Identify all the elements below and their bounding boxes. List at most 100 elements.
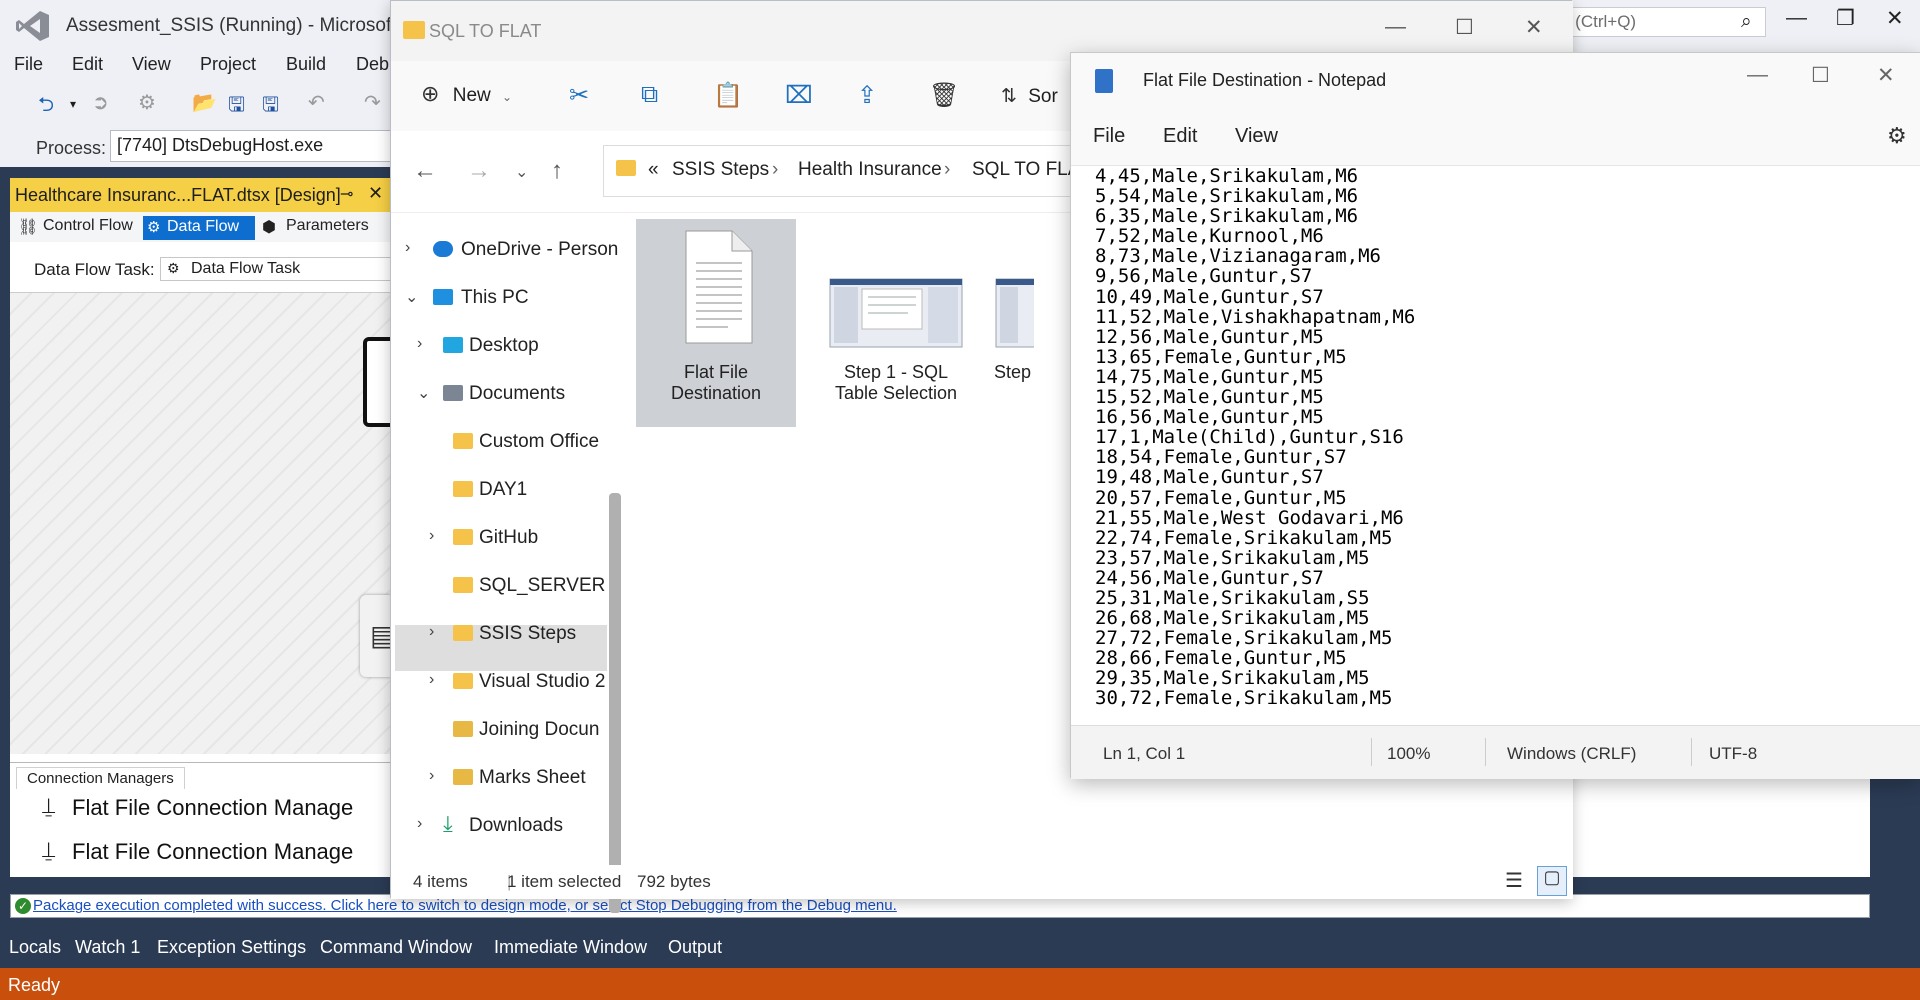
file-name-line1: Flat File bbox=[683, 362, 748, 382]
menu-view[interactable]: View bbox=[132, 54, 171, 75]
folder-icon bbox=[616, 160, 636, 176]
menu-view[interactable]: View bbox=[1235, 125, 1278, 148]
breadcrumb-separator-icon: › bbox=[944, 159, 951, 180]
copy-icon[interactable]: ⧉ bbox=[641, 81, 658, 109]
save-all-icon[interactable]: 🖫 bbox=[262, 90, 279, 124]
minimize-icon[interactable]: — bbox=[1786, 6, 1807, 30]
selected-size: 792 bytes bbox=[637, 872, 711, 891]
settings-gear-icon[interactable]: ⚙ bbox=[1887, 123, 1907, 149]
menu-edit[interactable]: Edit bbox=[72, 54, 103, 75]
menu-edit[interactable]: Edit bbox=[1163, 125, 1197, 148]
sort-label: Sor bbox=[1028, 86, 1058, 107]
sort-button[interactable]: ⇅ Sor bbox=[1001, 85, 1058, 108]
encoding: UTF-8 bbox=[1709, 744, 1758, 763]
tab-watch-1[interactable]: Watch 1 bbox=[75, 937, 140, 958]
chevron-down-icon: ⌄ bbox=[405, 289, 419, 306]
undo-icon[interactable]: ↶ bbox=[308, 90, 325, 115]
breadcrumb-health-insurance[interactable]: Health Insurance bbox=[798, 159, 942, 181]
breadcrumb-ssis-steps[interactable]: SSIS Steps bbox=[672, 159, 769, 181]
tree-item-label: SQL_SERVER bbox=[479, 575, 606, 596]
save-icon[interactable]: 🖫 bbox=[228, 90, 245, 124]
tree-item-label: This PC bbox=[461, 287, 529, 308]
maximize-icon[interactable]: ☐ bbox=[1811, 63, 1830, 88]
back-icon[interactable]: ⮌ bbox=[38, 90, 54, 124]
tab-command-window[interactable]: Command Window bbox=[320, 937, 472, 958]
maximize-icon[interactable]: ☐ bbox=[1455, 15, 1474, 40]
back-arrow-icon[interactable]: ← bbox=[413, 157, 437, 185]
close-icon[interactable]: ✕ bbox=[1877, 63, 1895, 88]
connection-icon: ⍊ bbox=[42, 793, 56, 818]
minimize-icon[interactable]: — bbox=[1747, 63, 1768, 87]
process-select[interactable]: [7740] DtsDebugHost.exe bbox=[110, 130, 400, 162]
connection-icon: ⍊ bbox=[42, 837, 56, 862]
file-item-step-1[interactable]: Step 1 - SQL Table Selection bbox=[816, 225, 976, 404]
details-view-icon[interactable]: ☰ bbox=[1505, 868, 1523, 893]
up-arrow-icon[interactable]: ↑ bbox=[551, 157, 563, 185]
data-flow-canvas[interactable]: ▤ bbox=[10, 292, 403, 754]
pin-icon[interactable]: ⊸ bbox=[340, 184, 353, 204]
folder-icon bbox=[453, 769, 473, 785]
close-icon[interactable]: ✕ bbox=[1886, 6, 1904, 31]
chevron-right-icon: › bbox=[429, 623, 435, 640]
tree-item-label: Documents bbox=[469, 383, 566, 404]
connection-manager-item[interactable]: Flat File Connection Manage bbox=[72, 839, 353, 865]
tab-output[interactable]: Output bbox=[668, 937, 722, 958]
delete-icon[interactable]: 🗑 bbox=[929, 81, 959, 110]
breadcrumb-overflow[interactable]: « bbox=[648, 159, 659, 181]
debug-tool-tabs: Locals Watch 1 Exception Settings Comman… bbox=[0, 924, 1920, 968]
explorer-status-bar: 4 items | 1 item selected 792 bytes ☰ ▢ bbox=[391, 865, 1573, 899]
text-editor[interactable]: 4,45,Male,Srikakulam,M6 5,54,Male,Srikaku… bbox=[1071, 165, 1920, 725]
paste-icon[interactable]: 📋 bbox=[713, 81, 743, 110]
notepad-title: Flat File Destination - Notepad bbox=[1143, 70, 1387, 90]
editor-line: 16,56,Male,Guntur,M5 bbox=[1095, 406, 1324, 429]
task-select[interactable]: ⚙ Data Flow Task bbox=[160, 257, 400, 281]
navigation-pane: › OneDrive - Person ⌄ This PC › Desktop … bbox=[391, 213, 626, 913]
forward-arrow-icon[interactable]: → bbox=[467, 157, 491, 185]
editor-line: 9,56,Male,Guntur,S7 bbox=[1095, 265, 1313, 288]
editor-text-lines: 4,45,Male,Srikakulam,M6 5,54,Male,Srikaku… bbox=[1095, 166, 1415, 709]
large-icons-view-icon[interactable]: ▢ bbox=[1537, 866, 1567, 896]
tab-control-flow[interactable]: Control Flow bbox=[43, 217, 133, 235]
editor-line: 17,1,Male(Child),Guntur,S16 bbox=[1095, 426, 1404, 449]
tab-immediate-window[interactable]: Immediate Window bbox=[494, 937, 647, 958]
tab-exception-settings[interactable]: Exception Settings bbox=[157, 937, 306, 958]
cut-icon[interactable]: ✂ bbox=[569, 81, 589, 110]
file-item-step-2[interactable]: Step bbox=[994, 225, 1034, 383]
package-success-link[interactable]: Package execution completed with success… bbox=[33, 897, 897, 914]
new-project-icon[interactable]: ⚙ bbox=[138, 90, 156, 115]
tab-data-flow[interactable]: ⚙ Data Flow bbox=[143, 216, 255, 240]
tab-data-flow-label: Data Flow bbox=[167, 218, 240, 235]
editor-line: 30,72,Female,Srikakulam,M5 bbox=[1095, 687, 1393, 710]
rename-icon[interactable]: ⌧ bbox=[785, 81, 813, 110]
tab-close-icon[interactable]: ✕ bbox=[368, 183, 383, 204]
recent-locations-chevron-icon[interactable]: ⌄ bbox=[515, 162, 528, 182]
search-icon[interactable]: ⌕ bbox=[1741, 11, 1752, 33]
forward-icon[interactable]: ➲ bbox=[92, 90, 109, 115]
cloud-icon bbox=[433, 241, 453, 257]
menu-debug[interactable]: Deb bbox=[356, 54, 389, 75]
editor-line: 10,49,Male,Guntur,S7 bbox=[1095, 285, 1324, 308]
share-icon[interactable]: ⇪ bbox=[857, 81, 877, 110]
editor-line: 22,74,Female,Srikakulam,M5 bbox=[1095, 526, 1393, 549]
minimize-icon[interactable]: — bbox=[1385, 15, 1406, 39]
menu-file[interactable]: File bbox=[14, 54, 43, 75]
open-folder-icon[interactable]: 📂 bbox=[192, 90, 217, 115]
editor-line: 14,75,Male,Guntur,M5 bbox=[1095, 365, 1324, 388]
menu-build[interactable]: Build bbox=[286, 54, 326, 75]
chevron-right-icon: › bbox=[417, 335, 423, 352]
new-button[interactable]: ⊕ New ⌄ bbox=[421, 81, 512, 107]
menu-project[interactable]: Project bbox=[200, 54, 256, 75]
tab-locals[interactable]: Locals bbox=[9, 937, 61, 958]
dropdown-arrow-icon[interactable]: ▾ bbox=[70, 97, 76, 111]
redo-icon[interactable]: ↷ bbox=[364, 90, 381, 115]
notepad-window: Flat File Destination - Notepad — ☐ ✕ Fi… bbox=[1070, 52, 1920, 779]
document-tab[interactable]: Healthcare Insuranc...FLAT.dtsx [Design]… bbox=[10, 178, 390, 212]
file-item-flat-file-destination[interactable]: Flat File Destination bbox=[636, 225, 796, 404]
restore-icon[interactable]: ❐ bbox=[1836, 6, 1855, 31]
menu-file[interactable]: File bbox=[1093, 125, 1125, 148]
connection-manager-item[interactable]: Flat File Connection Manage bbox=[72, 795, 353, 821]
tab-parameters[interactable]: Parameters bbox=[286, 217, 369, 235]
connection-managers-tab[interactable]: Connection Managers bbox=[16, 767, 185, 789]
navigation-scrollbar[interactable] bbox=[609, 493, 621, 913]
close-icon[interactable]: ✕ bbox=[1525, 15, 1543, 40]
